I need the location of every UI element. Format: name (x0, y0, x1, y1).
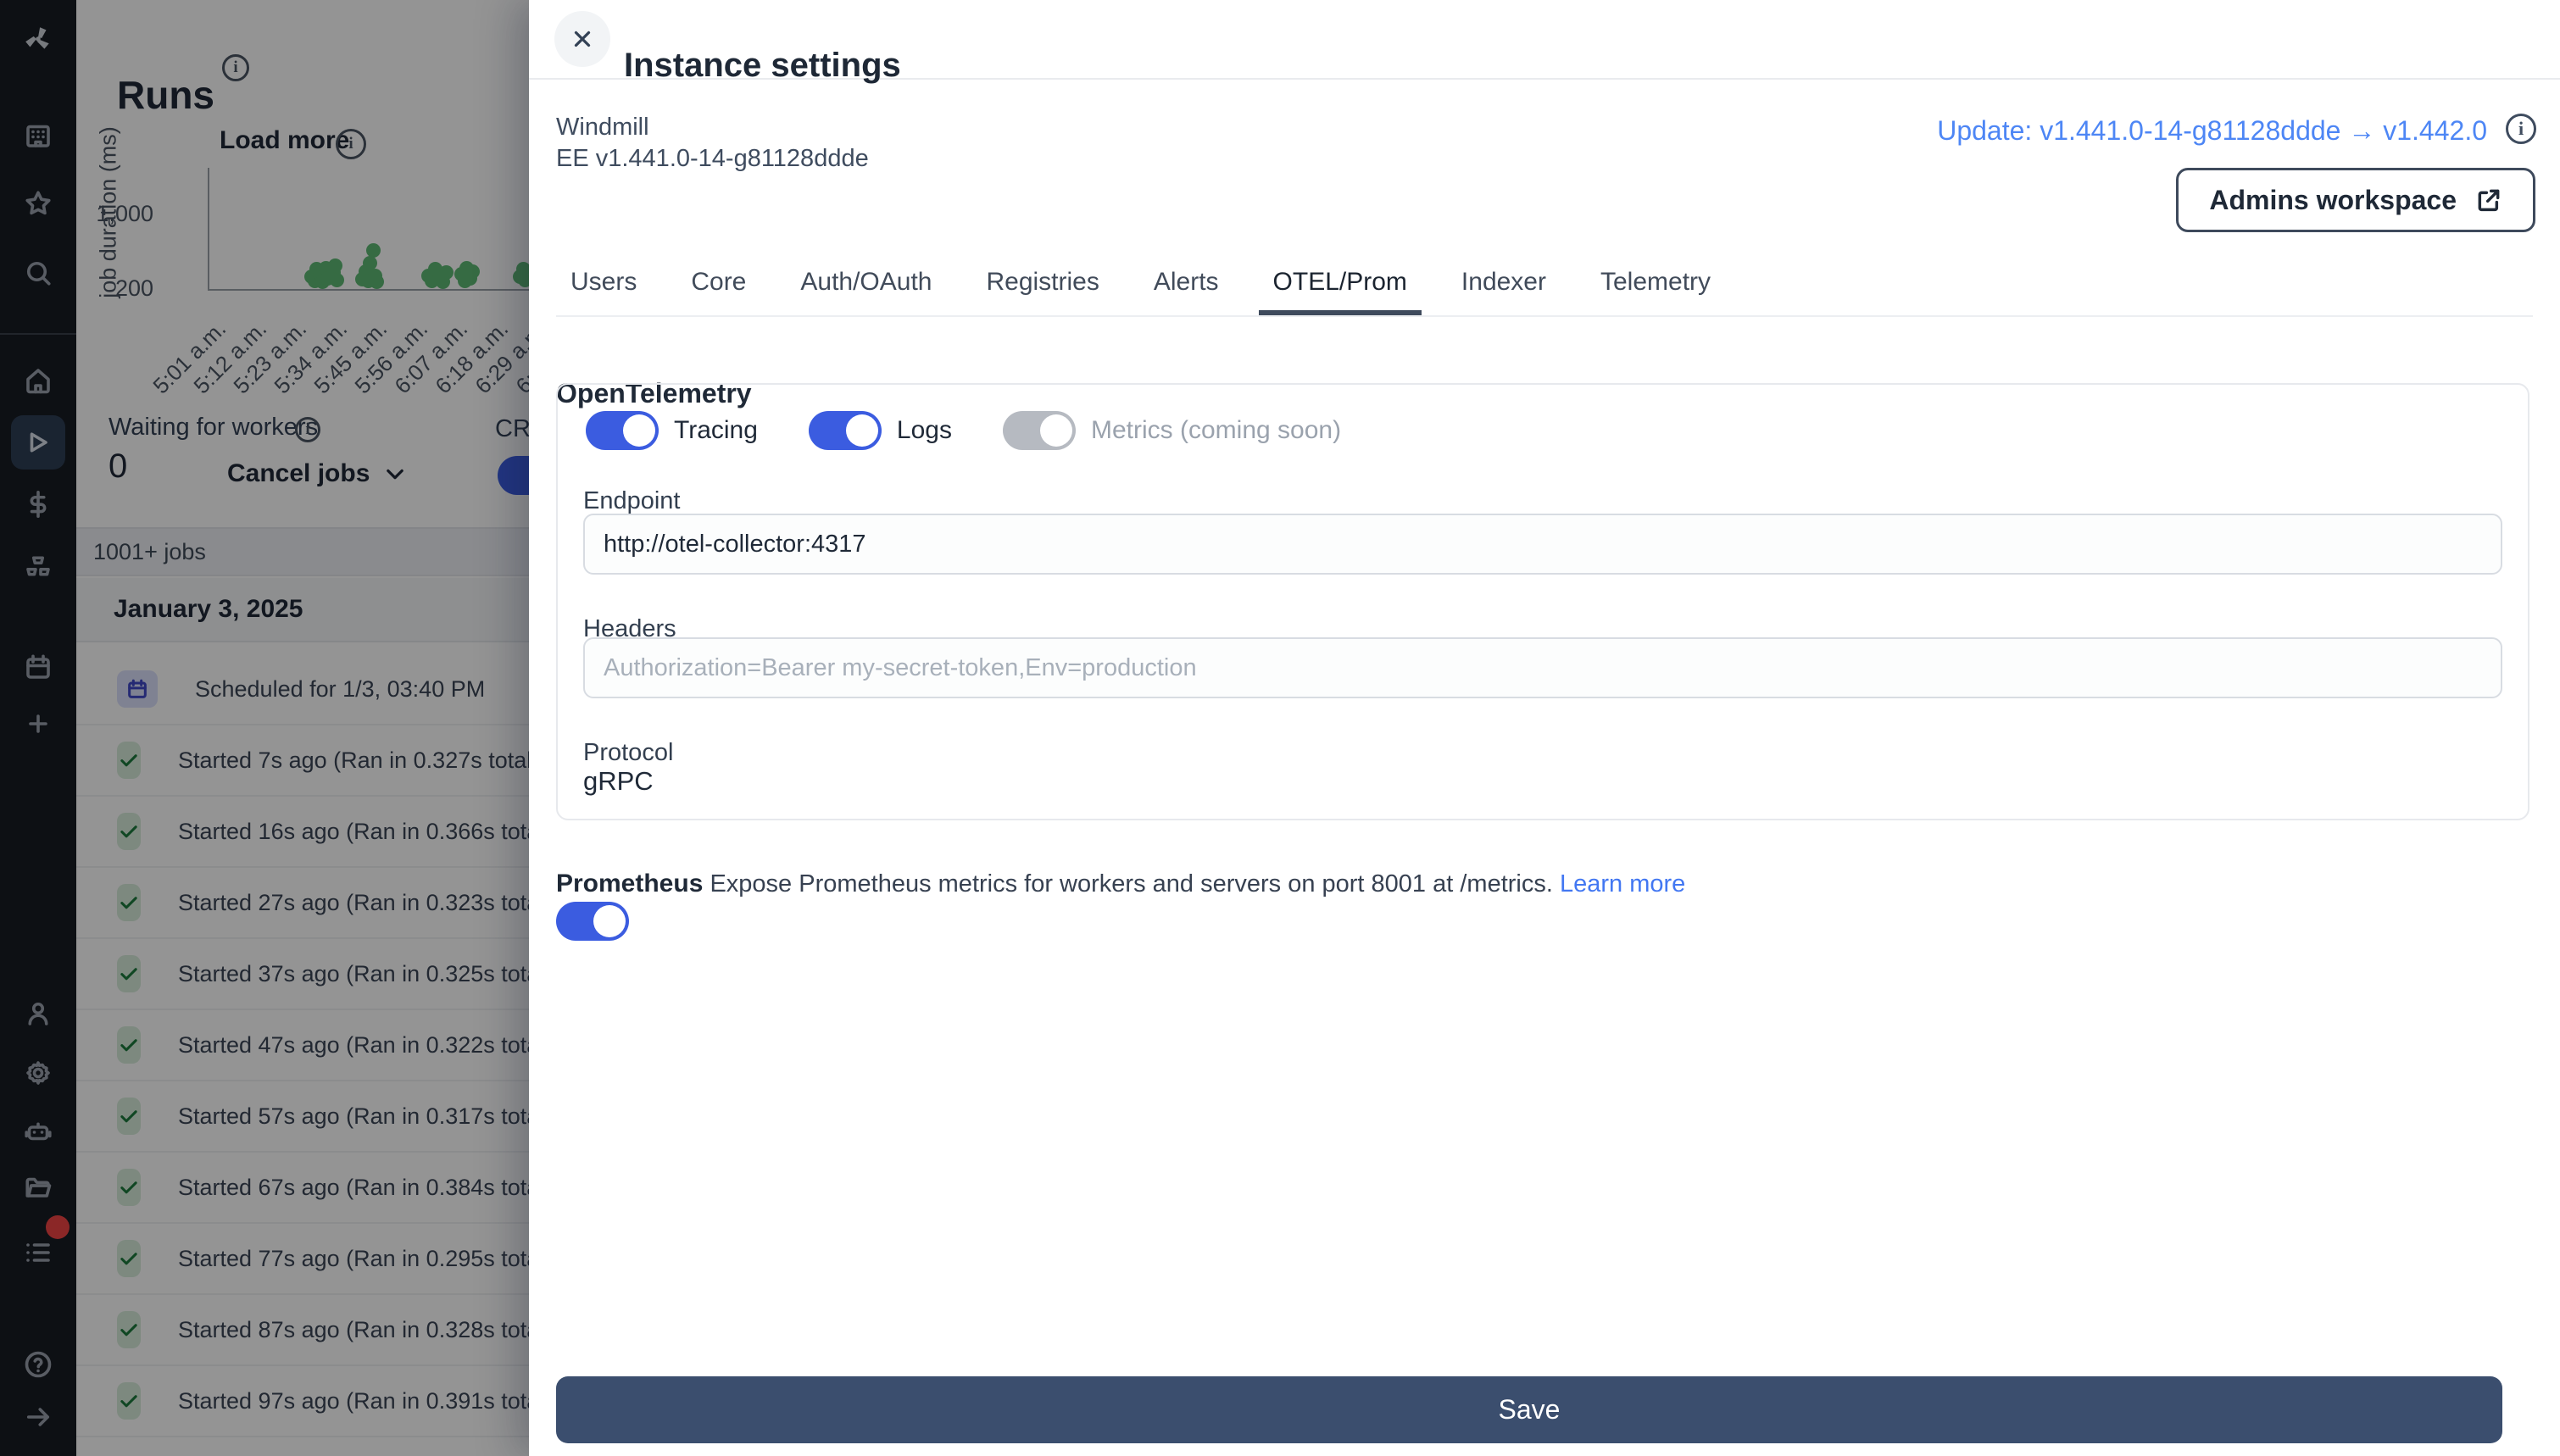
save-button[interactable]: Save (556, 1376, 2502, 1443)
endpoint-input[interactable] (583, 514, 2502, 575)
opentelemetry-card: Tracing Logs Metrics (coming soon) Endpo… (556, 383, 2529, 820)
close-button[interactable] (554, 11, 610, 67)
learn-more-link[interactable]: Learn more (1560, 870, 1685, 897)
otel-toggle-item: Logs (808, 411, 952, 450)
close-icon (574, 31, 591, 47)
settings-tabs: Users Core Auth/OAuth Registries Alerts OTEL/… (556, 254, 2533, 317)
settings-tab[interactable]: Core (676, 254, 760, 315)
update-link[interactable]: Update: v1.441.0-14-g81128ddde → v1.442.… (1937, 115, 2487, 147)
prometheus-section: Prometheus Expose Prometheus metrics for… (556, 870, 1685, 898)
otel-toggle-item: Metrics (coming soon) (1002, 411, 1342, 450)
app-name: Windmill (556, 114, 649, 141)
toggle-label: Logs (896, 416, 952, 444)
settings-tab[interactable]: Auth/OAuth (786, 254, 946, 315)
toggle-knob (845, 414, 878, 447)
external-link-icon (2478, 189, 2500, 212)
toggle-switch[interactable] (586, 411, 659, 450)
protocol-label: Protocol (583, 739, 674, 766)
settings-tab[interactable]: Registries (971, 254, 1113, 315)
toggle-knob (623, 414, 655, 447)
protocol-value: gRPC (583, 766, 654, 796)
toggle-switch[interactable] (808, 411, 882, 450)
modal-backdrop[interactable] (0, 0, 529, 1456)
toggle-label: Tracing (674, 416, 758, 444)
drawer-header: Instance settings (529, 0, 2560, 84)
prometheus-description: Expose Prometheus metrics for workers an… (710, 870, 1553, 897)
windmill-app: Runs i Load more i job duration (ms) 1,0… (0, 0, 2560, 1456)
headers-input[interactable] (583, 637, 2502, 698)
settings-tab[interactable]: Indexer (1447, 254, 1561, 315)
otel-toggles: Tracing Logs Metrics (coming soon) (586, 411, 1341, 450)
endpoint-label: Endpoint (583, 487, 681, 514)
update-info-icon[interactable]: i (2506, 114, 2536, 144)
toggle-knob (593, 905, 626, 937)
prometheus-toggle[interactable] (556, 902, 629, 941)
settings-tab[interactable]: Alerts (1139, 254, 1233, 315)
toggle-switch[interactable] (1002, 411, 1076, 450)
settings-tab[interactable]: Users (556, 254, 651, 315)
drawer-title: Instance settings (624, 47, 901, 85)
instance-settings-drawer: Instance settings Windmill EE v1.441.0-1… (529, 0, 2560, 1456)
settings-tab[interactable]: OTEL/Prom (1258, 254, 1422, 315)
admins-workspace-button[interactable]: Admins workspace (2176, 168, 2535, 232)
version-string: EE v1.441.0-14-g81128ddde (556, 145, 869, 172)
toggle-knob (1039, 414, 1072, 447)
settings-tab[interactable]: Telemetry (1586, 254, 1725, 315)
instance-version: Windmill EE v1.441.0-14-g81128ddde (556, 112, 869, 175)
otel-toggle-item: Tracing (586, 411, 758, 450)
toggle-label: Metrics (coming soon) (1090, 416, 1342, 444)
prometheus-title: Prometheus (556, 870, 704, 897)
